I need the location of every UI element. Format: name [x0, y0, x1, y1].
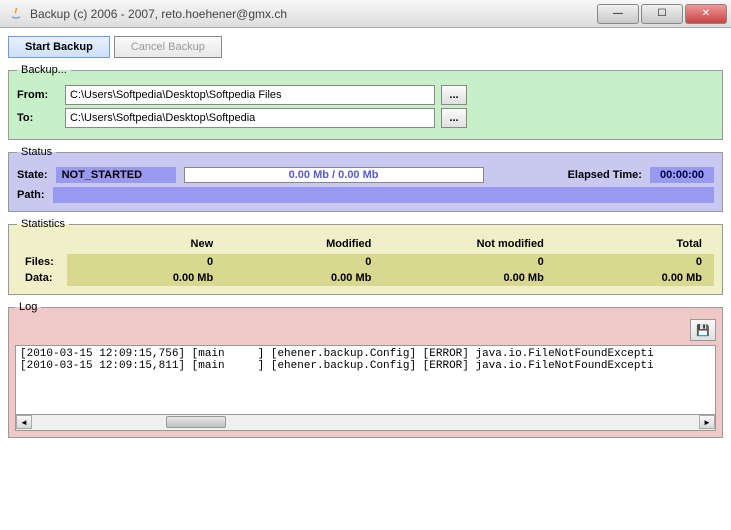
start-backup-button[interactable]: Start Backup — [8, 36, 110, 58]
stats-files-row: Files: 0 0 0 0 — [17, 254, 714, 270]
scroll-left-arrow[interactable]: ◄ — [16, 415, 32, 429]
status-legend: Status — [17, 146, 56, 158]
stats-data-row: Data: 0.00 Mb 0.00 Mb 0.00 Mb 0.00 Mb — [17, 270, 714, 286]
log-save-button[interactable]: 💾 — [690, 319, 716, 341]
scroll-thumb[interactable] — [166, 416, 226, 428]
statistics-table: New Modified Not modified Total Files: 0… — [17, 236, 714, 286]
window-title: Backup (c) 2006 - 2007, reto.hoehener@gm… — [30, 7, 597, 21]
window-controls: — ☐ ✕ — [597, 4, 727, 24]
stats-header-row: New Modified Not modified Total — [17, 236, 714, 254]
files-modified: 0 — [225, 254, 383, 270]
progress-bar: 0.00 Mb / 0.00 Mb — [184, 167, 484, 183]
status-fieldset: Status State: NOT_STARTED 0.00 Mb / 0.00… — [8, 146, 723, 212]
files-total: 0 — [556, 254, 714, 270]
elapsed-label: Elapsed Time: — [568, 169, 642, 181]
to-row: To: ... — [17, 108, 714, 128]
to-label: To: — [17, 112, 59, 124]
minimize-button[interactable]: — — [597, 4, 639, 24]
statistics-fieldset: Statistics New Modified Not modified Tot… — [8, 218, 723, 295]
java-icon — [8, 6, 24, 22]
titlebar: Backup (c) 2006 - 2007, reto.hoehener@gm… — [0, 0, 731, 28]
status-row: State: NOT_STARTED 0.00 Mb / 0.00 Mb Ela… — [17, 167, 714, 183]
header-modified: Modified — [225, 236, 383, 254]
header-total: Total — [556, 236, 714, 254]
data-total: 0.00 Mb — [556, 270, 714, 286]
elapsed-value: 00:00:00 — [650, 167, 714, 183]
header-not-modified: Not modified — [383, 236, 555, 254]
log-fieldset: Log 💾 [2010-03-15 12:09:15,756] [main ] … — [8, 301, 723, 438]
data-not-modified: 0.00 Mb — [383, 270, 555, 286]
files-not-modified: 0 — [383, 254, 555, 270]
save-icon: 💾 — [696, 324, 710, 337]
from-input[interactable] — [65, 85, 435, 105]
log-toolbar: 💾 — [15, 319, 716, 341]
scroll-right-arrow[interactable]: ► — [699, 415, 715, 429]
backup-legend: Backup... — [17, 64, 71, 76]
data-modified: 0.00 Mb — [225, 270, 383, 286]
log-legend: Log — [15, 301, 41, 313]
statistics-legend: Statistics — [17, 218, 69, 230]
log-horizontal-scrollbar[interactable]: ◄ ► — [15, 415, 716, 431]
to-input[interactable] — [65, 108, 435, 128]
cancel-backup-button[interactable]: Cancel Backup — [114, 36, 222, 58]
window-body: Start Backup Cancel Backup Backup... Fro… — [0, 28, 731, 530]
data-new: 0.00 Mb — [67, 270, 225, 286]
state-value: NOT_STARTED — [56, 167, 176, 183]
log-textarea[interactable]: [2010-03-15 12:09:15,756] [main ] [ehene… — [15, 345, 716, 415]
to-browse-button[interactable]: ... — [441, 108, 467, 128]
progress-text: 0.00 Mb / 0.00 Mb — [185, 169, 483, 181]
maximize-button[interactable]: ☐ — [641, 4, 683, 24]
from-browse-button[interactable]: ... — [441, 85, 467, 105]
from-label: From: — [17, 89, 59, 101]
state-label: State: — [17, 169, 48, 181]
toolbar: Start Backup Cancel Backup — [8, 36, 723, 58]
path-label: Path: — [17, 189, 45, 201]
path-row: Path: — [17, 187, 714, 203]
files-new: 0 — [67, 254, 225, 270]
backup-fieldset: Backup... From: ... To: ... — [8, 64, 723, 140]
from-row: From: ... — [17, 85, 714, 105]
close-button[interactable]: ✕ — [685, 4, 727, 24]
header-new: New — [67, 236, 225, 254]
files-label: Files: — [17, 254, 67, 270]
path-value — [53, 187, 715, 203]
data-label: Data: — [17, 270, 67, 286]
